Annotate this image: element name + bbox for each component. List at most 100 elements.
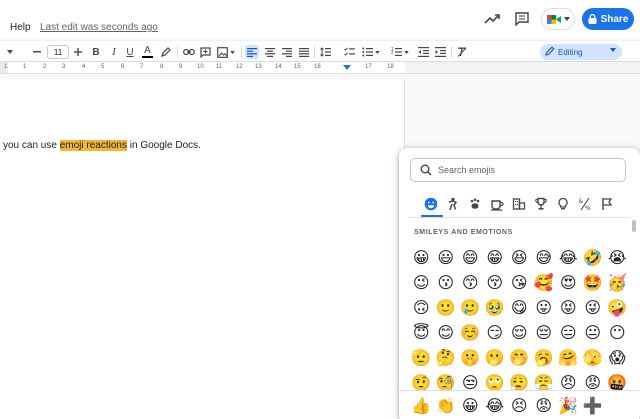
emoji-button[interactable]: 😡: [581, 370, 606, 395]
emoji-button[interactable]: 🙃: [409, 295, 434, 320]
emoji-button[interactable]: 🙄: [483, 370, 508, 395]
objects-icon[interactable]: [555, 196, 571, 212]
emoji-scrollbar[interactable]: [632, 220, 636, 232]
menu-help[interactable]: Help: [10, 22, 31, 33]
emoji-button[interactable]: 😔: [532, 320, 557, 345]
emoji-button[interactable]: 😐: [581, 320, 606, 345]
emoji-button[interactable]: 😂: [483, 393, 508, 418]
align-left-icon[interactable]: [245, 45, 259, 59]
emoji-button[interactable]: 🥲: [458, 295, 483, 320]
emoji-button[interactable]: 😙: [458, 270, 483, 295]
emoji-button[interactable]: ☺️: [458, 320, 483, 345]
line-spacing-icon[interactable]: [318, 45, 332, 59]
document-paragraph[interactable]: you can use emoji reactions in Google Do…: [3, 140, 201, 151]
emoji-button[interactable]: 🫢: [483, 345, 508, 370]
emoji-button[interactable]: 🤨: [409, 370, 434, 395]
activities-icon[interactable]: [533, 196, 549, 212]
emoji-button[interactable]: 😀: [409, 245, 434, 270]
emoji-button[interactable]: 😗: [434, 270, 459, 295]
emoji-button[interactable]: 😅: [532, 245, 557, 270]
emoji-button[interactable]: 😇: [409, 320, 434, 345]
text-color-button[interactable]: A: [141, 45, 154, 59]
emoji-button[interactable]: 😏: [483, 320, 508, 345]
emoji-button[interactable]: 🥰: [532, 270, 557, 295]
emoji-button[interactable]: 😑: [556, 320, 581, 345]
decrease-indent-icon[interactable]: [416, 45, 430, 59]
emoji-button[interactable]: 😚: [483, 270, 508, 295]
emoji-button[interactable]: 😱: [605, 345, 630, 370]
comments-icon[interactable]: [513, 11, 531, 27]
flags-icon[interactable]: [599, 196, 615, 212]
increase-indent-icon[interactable]: [433, 45, 447, 59]
emoji-button[interactable]: 😋: [507, 295, 532, 320]
font-size-field[interactable]: 11: [47, 45, 69, 59]
indent-marker[interactable]: [343, 65, 351, 70]
emoji-button[interactable]: 😭: [605, 245, 630, 270]
emoji-button[interactable]: 🤔: [434, 345, 459, 370]
emoji-button[interactable]: 🤩: [581, 270, 606, 295]
emoji-button[interactable]: 😮‍💨: [507, 370, 532, 395]
emoji-button[interactable]: 🫣: [581, 345, 606, 370]
bulleted-list-icon[interactable]: [360, 45, 382, 59]
emoji-button[interactable]: 🫡: [409, 345, 434, 370]
emoji-button[interactable]: 😤: [532, 370, 557, 395]
font-chevron-icon[interactable]: [4, 45, 16, 59]
emoji-button[interactable]: 😆: [507, 245, 532, 270]
emoji-button[interactable]: ➕: [581, 393, 606, 418]
emoji-button[interactable]: 🤪: [605, 295, 630, 320]
emoji-button[interactable]: 😌: [507, 320, 532, 345]
add-comment-icon[interactable]: [199, 45, 212, 59]
emoji-button[interactable]: 😘: [507, 270, 532, 295]
emoji-button[interactable]: 🎉: [556, 393, 581, 418]
meet-button[interactable]: [541, 8, 575, 30]
smileys-icon[interactable]: [423, 196, 439, 212]
emoji-button[interactable]: 😉: [409, 270, 434, 295]
align-center-icon[interactable]: [263, 45, 277, 59]
emoji-search-box[interactable]: [410, 158, 626, 182]
decrease-font-size-button[interactable]: [31, 45, 43, 59]
symbols-icon[interactable]: &%: [577, 196, 593, 212]
travel-icon[interactable]: [511, 196, 527, 212]
emoji-button[interactable]: 😡: [532, 393, 557, 418]
emoji-button[interactable]: 😣: [507, 393, 532, 418]
emoji-button[interactable]: 🤗: [556, 345, 581, 370]
emoji-button[interactable]: 😁: [483, 245, 508, 270]
emoji-button[interactable]: 🤫: [458, 345, 483, 370]
emoji-button[interactable]: 👏: [434, 393, 459, 418]
italic-button[interactable]: I: [108, 45, 120, 59]
emoji-button[interactable]: 🧐: [434, 370, 459, 395]
highlight-pen-icon[interactable]: [159, 45, 172, 59]
emoji-button[interactable]: 😜: [581, 295, 606, 320]
animals-icon[interactable]: [467, 196, 483, 212]
document-page[interactable]: you can use emoji reactions in Google Do…: [0, 80, 405, 419]
activity-trend-icon[interactable]: [483, 11, 501, 27]
emoji-button[interactable]: 🤬: [605, 370, 630, 395]
editing-mode-dropdown[interactable]: Editing: [540, 44, 622, 60]
emoji-button[interactable]: 😒: [458, 370, 483, 395]
numbered-list-icon[interactable]: 12: [389, 45, 411, 59]
emoji-button[interactable]: 🥹: [483, 295, 508, 320]
emoji-button[interactable]: 😠: [556, 370, 581, 395]
emoji-button[interactable]: 🙂: [434, 295, 459, 320]
emoji-button[interactable]: 👍: [409, 393, 434, 418]
food-icon[interactable]: [489, 196, 505, 212]
emoji-button[interactable]: 😃: [434, 245, 459, 270]
emoji-button[interactable]: 😝: [556, 295, 581, 320]
emoji-button[interactable]: 🤭: [507, 345, 532, 370]
last-edit-link[interactable]: Last edit was seconds ago: [40, 22, 158, 33]
emoji-button[interactable]: 😄: [458, 245, 483, 270]
emoji-button[interactable]: 🥱: [532, 345, 557, 370]
emoji-button[interactable]: 😶: [605, 320, 630, 345]
underline-button[interactable]: U: [124, 45, 136, 59]
clear-formatting-icon[interactable]: [455, 45, 469, 59]
insert-image-icon[interactable]: [215, 45, 237, 59]
emoji-button[interactable]: 🥳: [605, 270, 630, 295]
emoji-button[interactable]: 🤣: [581, 245, 606, 270]
insert-link-icon[interactable]: [182, 45, 195, 59]
align-justify-icon[interactable]: [297, 45, 311, 59]
emoji-button[interactable]: 😊: [434, 320, 459, 345]
emoji-button[interactable]: 😍: [556, 270, 581, 295]
people-icon[interactable]: [445, 196, 461, 212]
emoji-search-input[interactable]: [438, 165, 618, 175]
emoji-button[interactable]: 😀: [458, 393, 483, 418]
